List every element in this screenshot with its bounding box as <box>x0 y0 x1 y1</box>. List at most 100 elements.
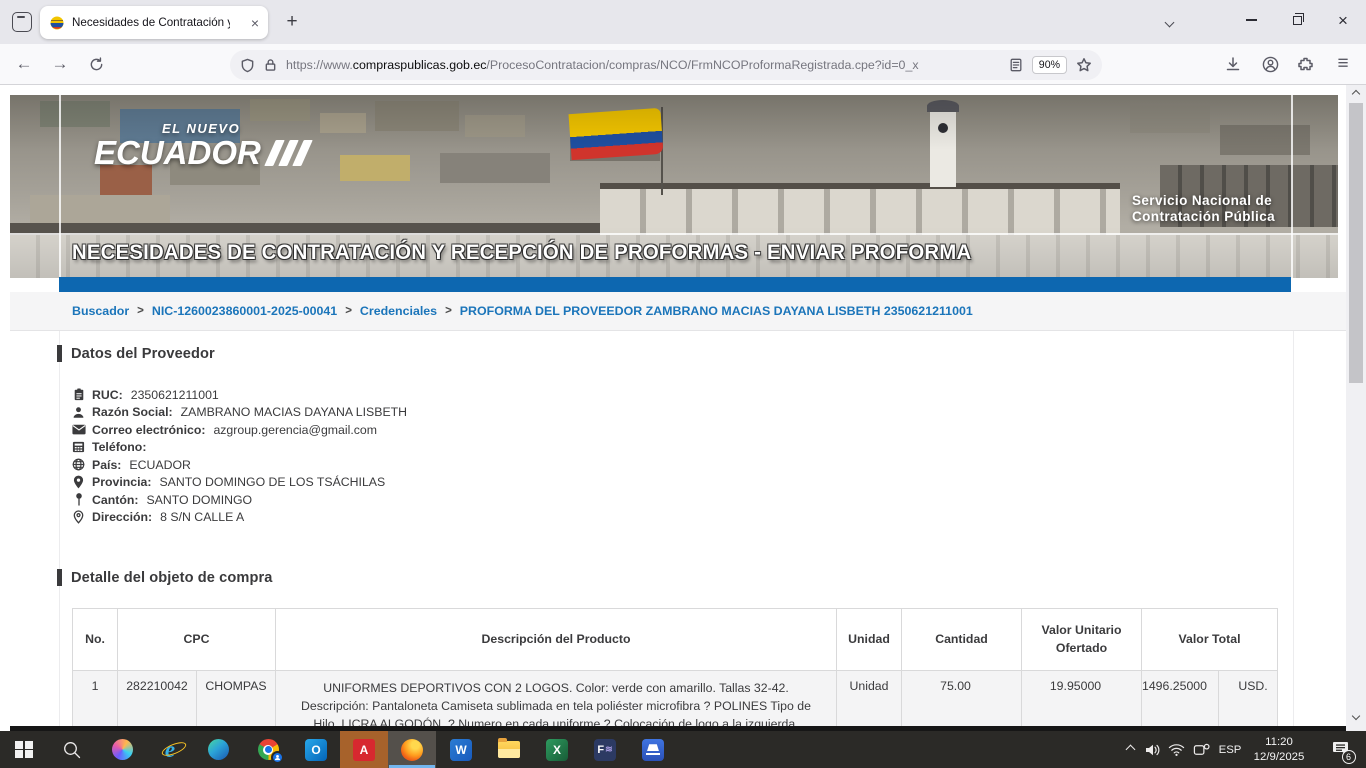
field-direccion: Dirección:8 S/N CALLE A <box>71 509 407 527</box>
bookmark-star-icon[interactable] <box>1076 57 1092 73</box>
content-left-rule <box>59 331 60 726</box>
language-indicator[interactable]: ESP <box>1214 731 1246 768</box>
list-tabs-icon[interactable] <box>1156 10 1182 34</box>
cell-valor-unitario: 19.95000 <box>1022 671 1142 732</box>
url-text[interactable]: https://www.compraspublicas.gob.ec/Proce… <box>286 58 1009 72</box>
breadcrumb-link-proceso[interactable]: NIC-1260023860001-2025-00041 <box>152 304 337 318</box>
meet-now-icon[interactable] <box>1189 731 1213 768</box>
globe-icon <box>71 458 86 471</box>
tray-chevron-up-icon[interactable] <box>1118 731 1142 768</box>
url-bar[interactable]: https://www.compraspublicas.gob.ec/Proce… <box>230 50 1102 80</box>
window-close-button[interactable]: × <box>1320 0 1366 40</box>
banner-photo: EL NUEVO ECUADOR Servicio Nacional de Co… <box>10 95 1338 278</box>
wifi-icon[interactable] <box>1164 731 1188 768</box>
search-icon[interactable] <box>48 731 96 768</box>
edge-icon[interactable] <box>194 731 242 768</box>
new-tab-button[interactable]: + <box>280 10 304 34</box>
cell-cpc-code: 282210042 <box>118 671 197 732</box>
purchase-detail-table: No. CPC Descripción del Producto Unidad … <box>72 608 1278 731</box>
el-nuevo-ecuador-logo: EL NUEVO ECUADOR <box>94 121 307 169</box>
cell-valor-total: 1496.25000 <box>1142 671 1219 732</box>
col-valor-unitario: Valor Unitario Ofertado <box>1022 609 1142 671</box>
cell-cpc-name: CHOMPAS <box>197 671 276 732</box>
clock[interactable]: 11:20 12/9/2025 <box>1246 731 1312 768</box>
field-pais: País:ECUADOR <box>71 456 407 474</box>
title-underline-bar <box>59 277 1291 292</box>
tab-title: Necesidades de Contratación y <box>72 16 230 29</box>
breadcrumb-current: PROFORMA DEL PROVEEDOR ZAMBRANO MACIAS D… <box>460 304 973 318</box>
col-no: No. <box>73 609 118 671</box>
field-telefono: Teléfono: <box>71 439 407 457</box>
account-icon[interactable] <box>1254 48 1286 80</box>
field-ruc: RUC:2350621211001 <box>71 386 407 404</box>
shield-icon[interactable] <box>240 58 255 73</box>
lock-icon[interactable] <box>264 58 277 72</box>
tab-strip: Necesidades de Contratación y × + × <box>0 0 1366 44</box>
scrollbar-thumb[interactable] <box>1349 103 1363 383</box>
window-minimize-button[interactable] <box>1228 0 1274 40</box>
scroll-up-arrow[interactable] <box>1346 85 1366 102</box>
firefox-icon[interactable] <box>388 731 436 768</box>
copilot-icon[interactable] <box>98 731 146 768</box>
breadcrumb-link-buscador[interactable]: Buscador <box>72 304 129 318</box>
person-icon <box>71 406 86 419</box>
reload-button[interactable] <box>80 48 112 80</box>
field-canton: Cantón:SANTO DOMINGO <box>71 491 407 509</box>
outlook-icon[interactable]: O <box>292 731 340 768</box>
start-button[interactable] <box>0 731 48 768</box>
table-header-row: No. CPC Descripción del Producto Unidad … <box>73 609 1278 671</box>
web-page: EL NUEVO ECUADOR Servicio Nacional de Co… <box>0 85 1366 731</box>
agency-name: Servicio Nacional de Contratación Públic… <box>1132 193 1275 225</box>
excel-icon[interactable]: X <box>533 731 581 768</box>
map-pin-icon <box>71 493 86 506</box>
section-marker <box>57 569 62 586</box>
page-scrollbar[interactable] <box>1346 85 1366 731</box>
provider-fields: RUC:2350621211001 Razón Social:ZAMBRANO … <box>71 386 407 526</box>
notification-count-badge: 6 <box>1342 750 1356 764</box>
browser-window: Necesidades de Contratación y × + × ← → … <box>0 0 1366 768</box>
col-descripcion: Descripción del Producto <box>276 609 837 671</box>
col-cpc: CPC <box>118 609 276 671</box>
id-card-icon <box>71 388 86 401</box>
ecuador-favicon <box>49 15 65 31</box>
window-restore-button[interactable] <box>1274 0 1320 40</box>
col-valor-total: Valor Total <box>1142 609 1278 671</box>
extensions-icon[interactable] <box>1290 48 1322 80</box>
breadcrumb-link-credenciales[interactable]: Credenciales <box>360 304 437 318</box>
cell-unidad: Unidad <box>837 671 902 732</box>
chrome-profile-badge <box>271 751 284 764</box>
menu-icon[interactable]: ≡ <box>1327 48 1359 80</box>
content-right-rule <box>1293 331 1294 726</box>
f-app-icon[interactable]: F≋ <box>581 731 629 768</box>
section-marker <box>57 345 62 362</box>
reader-view-icon[interactable] <box>1009 58 1023 72</box>
firefox-view-icon[interactable] <box>12 12 32 32</box>
zoom-level-badge[interactable]: 90% <box>1032 56 1067 74</box>
col-cantidad: Cantidad <box>902 609 1022 671</box>
field-provincia: Provincia:SANTO DOMINGO DE LOS TSÁCHILAS <box>71 474 407 492</box>
location-pin-outline-icon <box>71 510 86 524</box>
volume-icon[interactable] <box>1140 731 1164 768</box>
col-unidad: Unidad <box>837 609 902 671</box>
word-icon[interactable]: W <box>437 731 485 768</box>
field-razon-social: Razón Social:ZAMBRANO MACIAS DAYANA LISB… <box>71 404 407 422</box>
downloads-icon[interactable] <box>1217 48 1249 80</box>
page-title: NECESIDADES DE CONTRATACIÓN Y RECEPCIÓN … <box>72 241 971 265</box>
map-marker-icon <box>71 475 86 489</box>
chrome-icon[interactable] <box>244 731 292 768</box>
tray-time: 11:20 <box>1265 735 1293 750</box>
internet-explorer-icon[interactable]: e <box>146 731 194 768</box>
cell-descripcion: UNIFORMES DEPORTIVOS CON 2 LOGOS. Color:… <box>276 671 837 732</box>
browser-tab[interactable]: Necesidades de Contratación y × <box>40 6 268 39</box>
scroll-down-arrow[interactable] <box>1346 707 1366 724</box>
scanner-app-icon[interactable] <box>629 731 677 768</box>
fax-icon <box>71 441 86 453</box>
acrobat-icon[interactable]: A <box>340 731 388 768</box>
file-explorer-icon[interactable] <box>485 731 533 768</box>
notification-center-icon[interactable]: 6 <box>1320 731 1360 768</box>
tab-close-icon[interactable]: × <box>251 16 259 30</box>
back-button[interactable]: ← <box>8 48 40 80</box>
forward-button[interactable]: → <box>44 48 76 80</box>
table-row: 1 282210042 CHOMPAS UNIFORMES DEPORTIVOS… <box>73 671 1278 732</box>
envelope-icon <box>71 424 86 435</box>
